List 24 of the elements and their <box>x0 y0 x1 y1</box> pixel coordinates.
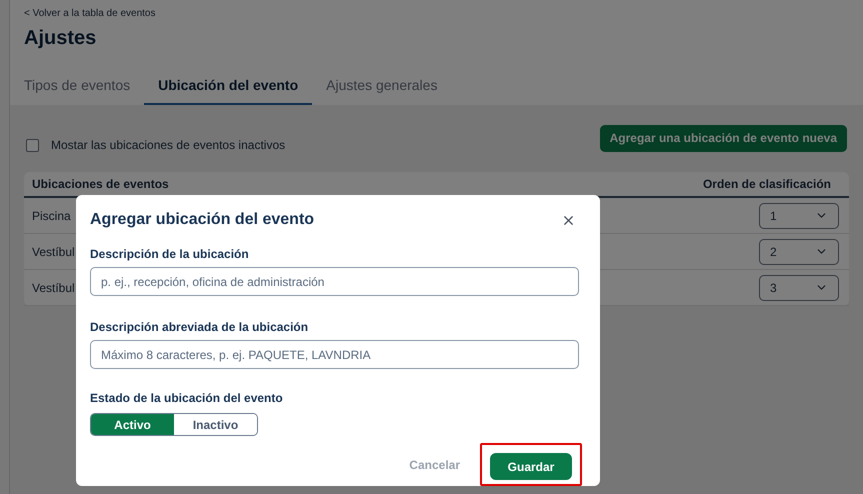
checkbox-label: Mostar las ubicaciones de eventos inactivos <box>51 137 286 154</box>
table-cell-text: Vestíbul <box>32 280 75 296</box>
dialog-title: Agregar ubicación del evento <box>90 210 314 230</box>
table-cell-text: Vestíbul <box>32 244 75 260</box>
back-link[interactable]: < Volver a la tabla de eventos <box>24 6 849 21</box>
tab[interactable]: Tipos de eventos <box>10 67 144 105</box>
field-label: Descripción de la ubicación <box>90 246 250 263</box>
column-header: Ubicaciones de eventos <box>32 176 169 193</box>
input-field[interactable]: p. ej., recepción, oficina de administración <box>90 267 579 296</box>
checkbox[interactable] <box>26 138 39 152</box>
cancel-button[interactable]: Cancelar <box>409 456 460 474</box>
save-button[interactable]: Guardar <box>490 453 572 480</box>
tab[interactable]: Ajustes generales <box>312 67 452 105</box>
field-label: Estado de la ubicación del evento <box>90 390 284 407</box>
status-toggle-option[interactable]: Activo <box>91 414 174 435</box>
sort-order-select[interactable]: 2 <box>759 238 839 264</box>
sort-order-select[interactable]: 1 <box>759 202 839 228</box>
sort-order-select[interactable]: 3 <box>759 274 839 300</box>
table-cell-text: Piscina <box>32 208 71 224</box>
input-field[interactable]: Máximo 8 caracteres, p. ej. PAQUETE, LAVNDRIA <box>90 340 579 369</box>
add-location-button[interactable]: Agregar una ubicación de evento nueva <box>600 124 847 152</box>
field-label: Descripción abreviada de la ubicación <box>90 319 310 336</box>
page-title: Ajustes <box>24 26 98 51</box>
column-header: Orden de clasificación <box>702 176 831 193</box>
